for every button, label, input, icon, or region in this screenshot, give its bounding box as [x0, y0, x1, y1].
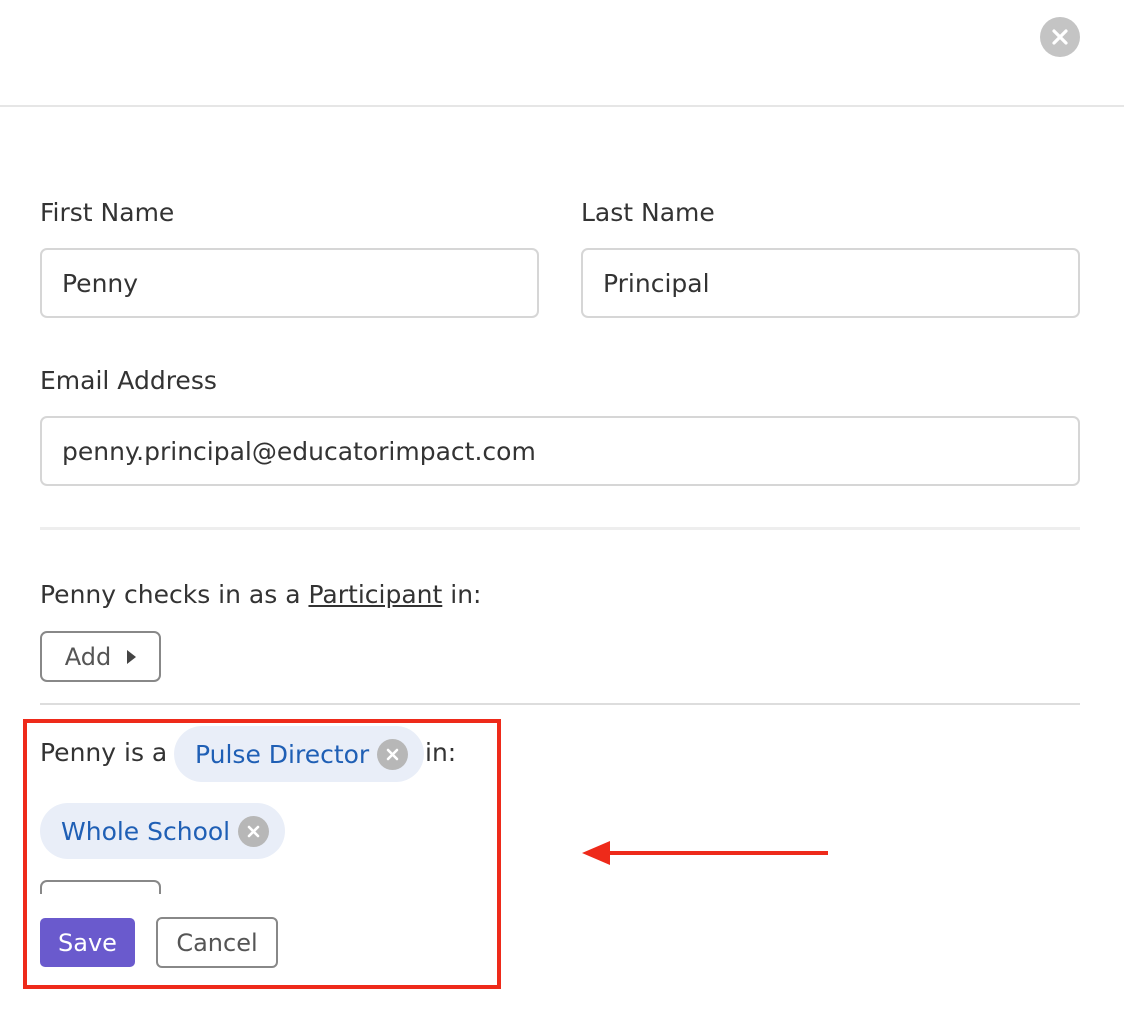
participant-sentence: Penny checks in as a Participant in: — [40, 580, 481, 609]
close-circle-icon[interactable] — [238, 815, 270, 847]
group-chip-label: Whole School — [61, 816, 231, 846]
role-chip-label: Pulse Director — [195, 739, 370, 769]
group-chip: Whole School — [40, 803, 286, 859]
header-divider — [0, 105, 1124, 107]
close-icon — [1052, 29, 1068, 45]
add-group-button-partial[interactable] — [40, 880, 161, 894]
email-label: Email Address — [40, 366, 217, 395]
caret-right-icon — [127, 649, 137, 664]
first-name-label: First Name — [40, 198, 175, 227]
add-participant-button[interactable]: Add — [40, 631, 161, 682]
save-button[interactable]: Save — [40, 918, 135, 967]
cancel-button[interactable]: Cancel — [156, 917, 278, 968]
role-prefix: Penny is a — [40, 738, 168, 767]
section-divider — [40, 703, 1080, 705]
section-divider — [40, 527, 1080, 530]
last-name-input[interactable] — [581, 248, 1080, 318]
email-input[interactable] — [40, 416, 1080, 486]
close-button[interactable] — [1040, 17, 1080, 57]
first-name-input[interactable] — [40, 248, 539, 318]
edit-user-modal: First Name Last Name Email Address Penny… — [0, 0, 1124, 1034]
role-suffix: in: — [425, 738, 457, 767]
role-chip: Pulse Director — [174, 726, 425, 782]
participant-suffix: in: — [450, 580, 482, 609]
arrow-left-icon — [582, 841, 828, 865]
close-circle-icon[interactable] — [377, 738, 409, 770]
add-label: Add — [64, 642, 112, 671]
participant-role-link[interactable]: Participant — [308, 580, 442, 609]
participant-prefix: Penny checks in as a — [40, 580, 301, 609]
last-name-label: Last Name — [581, 198, 715, 227]
